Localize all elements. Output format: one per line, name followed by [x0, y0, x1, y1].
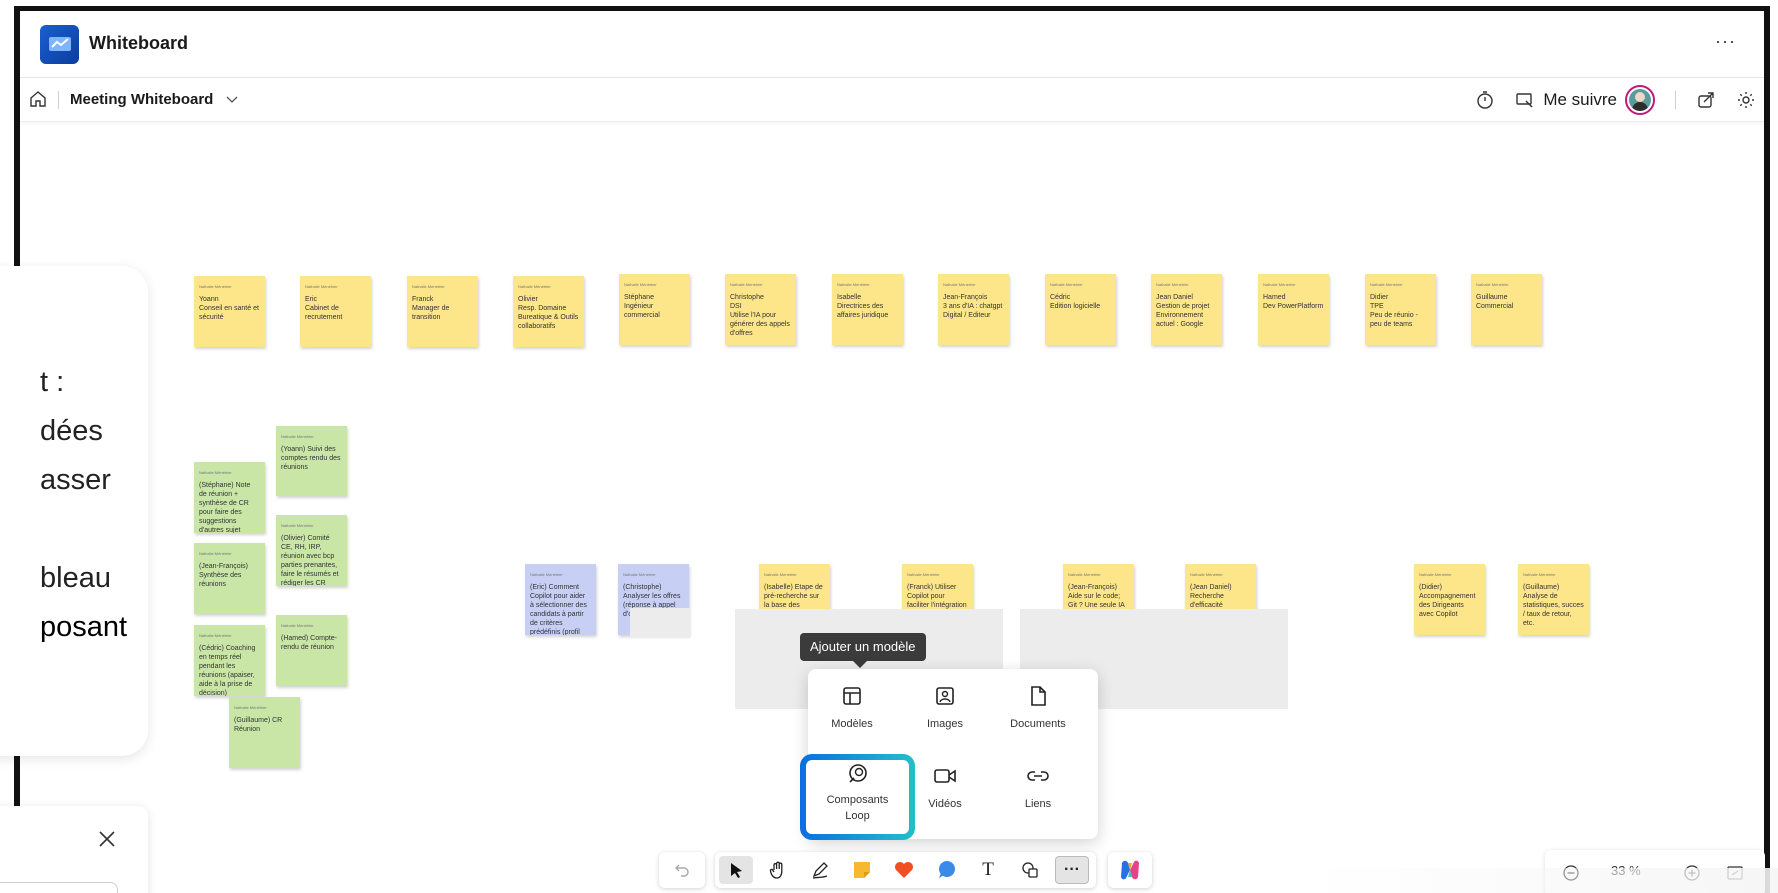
app-title: Whiteboard [89, 33, 188, 53]
drawing-toolbar: T ··· [715, 852, 1096, 888]
sticky-note[interactable]: Nathalie Ménétrier (Guillaume) Analyse de… [1518, 564, 1589, 635]
whiteboard-app: Whiteboard ··· Meeting Whiteboard Me sui… [0, 0, 1778, 893]
more-tools-button[interactable]: ··· [1055, 856, 1089, 884]
sticky-note[interactable]: Nathalie Ménétrier Isabelle Directrices d… [832, 274, 903, 345]
side-overlay-text: t : dées asser bleau posant [40, 358, 127, 652]
menu-item-documents[interactable]: Documents [995, 677, 1081, 747]
tooltip-arrow [853, 661, 867, 668]
menu-item-label: Modèles [831, 718, 873, 730]
shapes-icon [1022, 862, 1038, 878]
text-tool[interactable]: T [971, 856, 1005, 884]
hand-icon [769, 861, 783, 879]
menu-item-label: Images [926, 718, 964, 730]
sticky-note[interactable]: Nathalie Ménétrier Cédric Edition logicie… [1045, 274, 1116, 345]
sticky-note[interactable]: Nathalie Ménétrier Guillaume Commercial [1471, 274, 1542, 345]
undo-icon [675, 864, 689, 877]
side-panel-input[interactable] [0, 882, 118, 893]
app-header: Whiteboard ··· [20, 11, 1764, 78]
timer-icon[interactable] [1475, 90, 1495, 110]
sticky-note[interactable]: Nathalie Ménétrier (Jean-François) Synthè… [194, 543, 265, 614]
tooltip: Ajouter un modèle [800, 633, 926, 661]
divider [1675, 91, 1676, 109]
sticky-note[interactable]: Nathalie Ménétrier Hamed Dev PowerPlatfor… [1258, 274, 1329, 345]
home-icon[interactable] [28, 89, 48, 114]
reaction-heart-icon [895, 862, 913, 878]
sticky-note[interactable]: Nathalie Ménétrier Jean-François 3 ans d'… [938, 274, 1009, 345]
board-actions: Me suivre [1475, 84, 1756, 116]
sticky-note[interactable]: Nathalie Ménétrier Franck Manager de tran… [407, 276, 478, 347]
divider [58, 91, 59, 109]
sticky-note[interactable]: Nathalie Ménétrier Olivier Resp. Domaine … [513, 276, 584, 347]
sticky-note[interactable]: Nathalie Ménétrier (Didier) Accompagnemen… [1414, 564, 1485, 635]
side-line: t : [40, 366, 65, 398]
menu-item-loop-components[interactable]: Composants Loop [800, 754, 915, 840]
sticky-note[interactable]: Nathalie Ménétrier Didier TPE Peu de réun… [1365, 274, 1436, 345]
share-icon[interactable] [1696, 90, 1716, 110]
sticky-note[interactable]: Nathalie Ménétrier (Olivier) Comité CE, R… [276, 515, 347, 586]
hand-tool[interactable] [761, 856, 795, 884]
sticky-note-tool[interactable] [845, 856, 879, 884]
divider [14, 756, 20, 800]
select-icon [731, 863, 742, 878]
gear-icon[interactable] [1736, 90, 1756, 110]
chevron-down-icon[interactable] [224, 91, 240, 112]
comment-tool[interactable] [929, 856, 963, 884]
copilot-button[interactable] [1108, 852, 1152, 888]
sticky-note[interactable]: Nathalie Ménétrier (Guillaume) CR Réunion [229, 697, 300, 768]
sticky-note[interactable]: Nathalie Ménétrier Stéphane Ingénieur com… [619, 274, 690, 345]
board-toolbar: Meeting Whiteboard Me suivre [20, 78, 1764, 122]
menu-item-images[interactable]: Images [902, 677, 988, 747]
loop-icon [848, 764, 867, 783]
side-line: dées [40, 415, 103, 447]
more-options-icon[interactable]: ··· [1715, 31, 1736, 52]
side-line: posant [40, 611, 128, 643]
menu-item-links[interactable]: Liens [995, 757, 1081, 827]
sticky-note-icon [854, 862, 870, 878]
comment-icon [939, 861, 955, 878]
video-icon [934, 769, 956, 783]
sticky-note[interactable]: Nathalie Ménétrier (Hamed) Compte-rendu d… [276, 615, 347, 686]
board-name[interactable]: Meeting Whiteboard [70, 91, 213, 108]
close-icon[interactable] [96, 828, 118, 855]
menu-item-templates[interactable]: Modèles [809, 677, 895, 747]
link-icon [1027, 771, 1049, 781]
menu-item-label: Vidéos [928, 798, 962, 810]
menu-item-label: Liens [1024, 798, 1052, 810]
undo-button[interactable] [659, 852, 705, 888]
follow-me-button[interactable]: Me suivre [1515, 85, 1655, 115]
overlay-fade [1310, 868, 1778, 893]
more-icon: ··· [1064, 861, 1080, 878]
sticky-note[interactable]: Nathalie Ménétrier Yoann Conseil en santé… [194, 276, 265, 347]
pen-icon [812, 862, 828, 879]
sticky-note[interactable]: Nathalie Ménétrier (Eric) Comment Copilot… [525, 564, 596, 635]
sticky-note[interactable]: Nathalie Ménétrier (Stéphane) Note de réu… [194, 462, 265, 533]
placeholder-area [630, 608, 690, 638]
avatar[interactable] [1625, 85, 1655, 115]
pen-tool[interactable] [803, 856, 837, 884]
sticky-note[interactable]: Nathalie Ménétrier Christophe DSI Utilise… [725, 274, 796, 345]
follow-me-label: Me suivre [1543, 90, 1617, 109]
image-icon [936, 687, 954, 705]
presenter-icon [1516, 93, 1533, 108]
sticky-note[interactable]: Nathalie Ménétrier (Cédric) Coaching en t… [194, 625, 265, 696]
side-line: bleau [40, 562, 111, 594]
side-panel [0, 806, 148, 893]
template-icon [843, 687, 861, 705]
document-icon [1031, 686, 1046, 706]
sticky-note[interactable]: Nathalie Ménétrier Jean Daniel Gestion de… [1151, 274, 1222, 345]
select-tool[interactable] [719, 856, 753, 884]
sticky-note[interactable]: Nathalie Ménétrier (Yoann) Suivi des comp… [276, 426, 347, 496]
reaction-tool[interactable] [887, 856, 921, 884]
sticky-note[interactable]: Nathalie Ménétrier Eric Cabinet de recrut… [300, 276, 371, 347]
text-icon: T [982, 859, 994, 880]
copilot-icon [1121, 860, 1139, 880]
menu-item-label: Composants Loop [826, 794, 889, 822]
side-line: asser [40, 464, 111, 496]
whiteboard-logo-icon [40, 25, 79, 64]
shapes-tool[interactable] [1013, 856, 1047, 884]
menu-item-label: Documents [1010, 718, 1066, 730]
